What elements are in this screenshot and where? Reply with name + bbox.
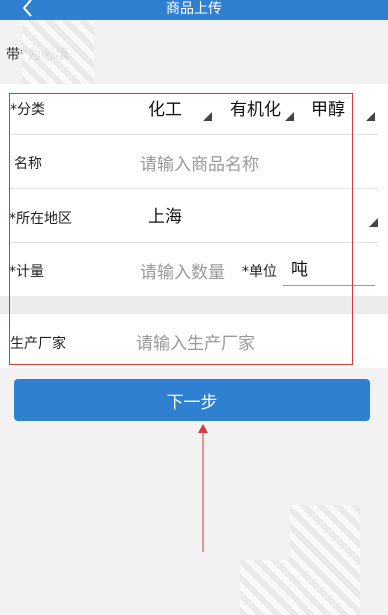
app-header: 商品上传 [0, 0, 388, 20]
unit-label: *单位 [242, 264, 277, 280]
blur-overlay [240, 560, 300, 615]
category-level3-select[interactable]: 甲醇 [308, 92, 378, 124]
manufacturer-input[interactable]: 请输入生产厂家 [136, 329, 255, 354]
section-gap [0, 296, 388, 314]
product-form: *分类 化工 有机化 甲醇 名称 请输入商品名称 *所在地区 上海 *计量 请输… [0, 84, 388, 368]
dropdown-triangle-icon [366, 112, 375, 121]
name-row: 名称 请输入商品名称 [0, 135, 388, 188]
region-value: 上海 [148, 207, 182, 227]
manufacturer-row: 生产厂家 请输入生产厂家 [0, 314, 388, 368]
quantity-input[interactable]: 请输入数量 [140, 258, 225, 283]
region-select[interactable]: 上海 [145, 199, 378, 231]
annotation-arrow-icon [198, 424, 208, 552]
category-level1-value: 化工 [148, 100, 182, 120]
name-label: 名称 [14, 156, 42, 172]
dropdown-triangle-icon [285, 112, 294, 121]
unit-value: 吨 [291, 260, 308, 280]
category-label: *分类 [10, 102, 45, 118]
category-level2-value: 有机化 [230, 100, 281, 120]
quantity-label: *计量 [9, 264, 44, 280]
name-input[interactable]: 请输入商品名称 [140, 150, 259, 175]
category-level1-select[interactable]: 化工 [145, 92, 215, 124]
category-level3-value: 甲醇 [311, 100, 345, 120]
region-label: *所在地区 [9, 211, 72, 227]
manufacturer-label: 生产厂家 [10, 336, 66, 352]
region-row: *所在地区 上海 [0, 189, 388, 242]
dropdown-triangle-icon [369, 218, 378, 227]
dropdown-triangle-icon [203, 112, 212, 121]
unit-input[interactable]: 吨 [283, 253, 375, 286]
quantity-row: *计量 请输入数量 *单位 吨 [0, 243, 388, 296]
next-step-button[interactable]: 下一步 [14, 379, 370, 421]
category-level2-select[interactable]: 有机化 [227, 92, 297, 124]
page-title: 商品上传 [166, 1, 222, 17]
blur-overlay [290, 505, 360, 615]
category-row: *分类 化工 有机化 甲醇 [0, 84, 388, 134]
